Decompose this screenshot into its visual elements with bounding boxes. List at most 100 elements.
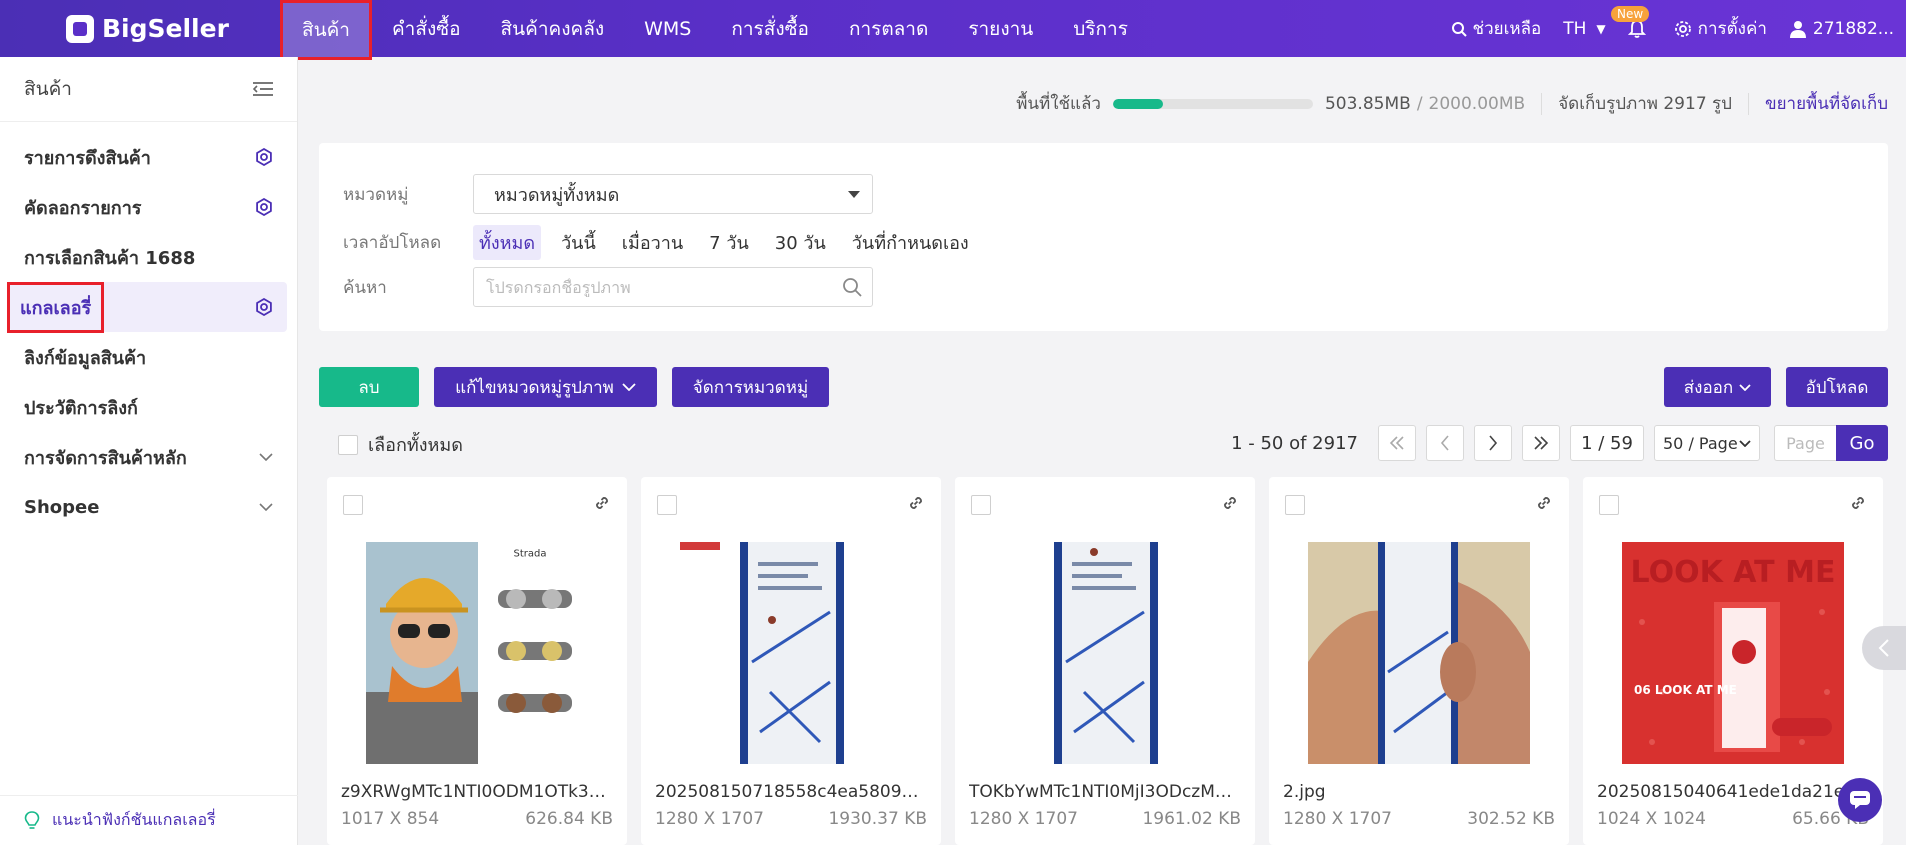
card-image[interactable]: LOOK AT ME 06 LOOK AT ME [1622, 542, 1844, 764]
select-all[interactable]: เลือกทั้งหมด [338, 430, 463, 459]
select-all-checkbox[interactable] [338, 434, 358, 455]
nav-item-inventory[interactable]: สินค้าคงคลัง [481, 0, 625, 57]
page-size-select[interactable]: 50 / Page [1654, 425, 1760, 461]
manage-categories-button[interactable]: จัดการหมวดหมู่ [672, 367, 829, 407]
edit-image-category-label: แก้ไขหมวดหมู่รูปภาพ [455, 377, 614, 398]
gear-icon[interactable] [255, 148, 273, 166]
user-menu[interactable]: 271882... [1789, 19, 1894, 39]
sidebar-item-product-links[interactable]: ลิงก์ข้อมูลสินค้า [10, 332, 287, 382]
link-icon[interactable] [593, 494, 611, 512]
card-image[interactable] [1308, 542, 1530, 764]
link-icon[interactable] [907, 494, 925, 512]
card-checkbox[interactable] [1285, 495, 1305, 515]
gallery-card[interactable]: 202508150718558c4ea580964.jpg 1280 X 170… [641, 477, 941, 845]
card-file-name: 202508150718558c4ea580964.jpg [655, 782, 927, 802]
storage-total: 2000.00MB [1428, 93, 1526, 114]
card-image[interactable] [994, 542, 1216, 764]
card-checkbox[interactable] [657, 495, 677, 515]
sidebar-item-gallery[interactable]: แกลเลอรี่ [6, 281, 287, 333]
time-option-today[interactable]: วันนี้ [555, 225, 602, 260]
card-dimensions: 1024 X 1024 [1597, 809, 1706, 829]
card-image[interactable] [680, 542, 902, 764]
last-page-button[interactable] [1522, 425, 1560, 461]
search-icon[interactable] [842, 277, 862, 297]
chevron-down-icon [1739, 383, 1751, 391]
gallery-card[interactable]: 2.jpg 1280 X 1707 302.52 KB [1269, 477, 1569, 845]
time-option-custom[interactable]: วันที่กำหนดเอง [846, 225, 975, 260]
nav-item-services[interactable]: บริการ [1053, 0, 1148, 57]
card-checkbox[interactable] [971, 495, 991, 515]
sidebar-item-label: Shopee [24, 496, 100, 518]
sidebar-item-copy-listings[interactable]: คัดลอกรายการ [10, 182, 287, 232]
help-label: ช่วยเหลือ [1472, 19, 1542, 39]
upload-time-label: เวลาอัปโหลด [343, 233, 442, 253]
gallery-guide-link[interactable]: แนะนำฟังก์ชันแกลเลอรี่ [0, 795, 298, 845]
chevron-left-icon [1440, 435, 1449, 451]
gear-icon[interactable] [255, 298, 273, 316]
language-select[interactable]: TH ▼ [1563, 19, 1605, 39]
page-size-value: 50 / Page [1663, 433, 1738, 453]
gallery-card[interactable]: LOOK AT ME 06 LOOK AT ME 20250815040641e… [1583, 477, 1883, 845]
page-indicator: 1 / 59 [1570, 425, 1644, 461]
collapse-menu-icon[interactable] [253, 81, 273, 97]
card-dimensions: 1280 X 1707 [655, 809, 764, 829]
go-button[interactable]: Go [1836, 425, 1888, 461]
chevron-down-icon [1739, 439, 1751, 447]
sidebar-item-shopee[interactable]: Shopee [10, 482, 287, 532]
nav-item-marketing[interactable]: การตลาด [829, 0, 948, 57]
sidebar-item-link-history[interactable]: ประวัติการลิงก์ [10, 382, 287, 432]
image-search-input[interactable] [486, 277, 826, 297]
chat-support-button[interactable] [1838, 778, 1882, 822]
user-id: 271882... [1812, 18, 1894, 39]
edit-image-category-button[interactable]: แก้ไขหมวดหมู่รูปภาพ [434, 367, 657, 407]
gallery-card[interactable]: TOKbYwMTc1NTI0MjI3ODczM24.jpg 1280 X 170… [955, 477, 1255, 845]
chevron-down-icon [622, 383, 636, 391]
link-icon[interactable] [1221, 494, 1239, 512]
export-label: ส่งออก [1683, 377, 1734, 398]
gear-icon[interactable] [255, 198, 273, 216]
settings-label: การตั้งค่า [1697, 19, 1767, 39]
card-checkbox[interactable] [1599, 495, 1619, 515]
nav-item-orders[interactable]: คำสั่งซื้อ [372, 0, 481, 57]
gallery-card[interactable]: Strada z9XRWgMTc1NTI0ODM1OTk3NDM3MA==.jp… [327, 477, 627, 845]
upload-button[interactable]: อัปโหลด [1786, 367, 1888, 407]
logo-icon [66, 14, 94, 43]
nav-item-wms[interactable]: WMS [624, 0, 711, 57]
category-select[interactable]: หมวดหมู่ทั้งหมด [473, 174, 873, 214]
first-page-button[interactable] [1378, 425, 1416, 461]
link-icon[interactable] [1535, 494, 1553, 512]
card-checkbox[interactable] [343, 495, 363, 515]
sidebar-item-master-products[interactable]: การจัดการสินค้าหลัก [10, 432, 287, 482]
link-icon[interactable] [1849, 494, 1867, 512]
help-link[interactable]: ช่วยเหลือ [1451, 15, 1542, 42]
page-jump-input[interactable]: Page [1774, 425, 1836, 461]
select-all-label: เลือกทั้งหมด [368, 435, 463, 456]
time-option-yesterday[interactable]: เมื่อวาน [616, 225, 689, 260]
card-image[interactable]: Strada [366, 542, 588, 764]
time-option-30-days[interactable]: 30 วัน [769, 225, 832, 260]
search-label: ค้นหา [343, 277, 387, 298]
nav-item-purchase[interactable]: การสั่งซื้อ [711, 0, 829, 57]
new-badge: New [1611, 6, 1650, 22]
nav-item-reports[interactable]: รายงาน [948, 0, 1053, 57]
bigseller-logo[interactable]: BigSeller [0, 14, 280, 43]
divider [1747, 92, 1749, 115]
sidebar-item-pull-listings[interactable]: รายการดึงสินค้า [10, 132, 287, 182]
time-option-7-days[interactable]: 7 วัน [703, 225, 755, 260]
export-button[interactable]: ส่งออก [1664, 367, 1771, 407]
delete-button[interactable]: ลบ [319, 367, 419, 407]
sidebar-item-1688-selection[interactable]: การเลือกสินค้า 1688 [10, 232, 287, 282]
category-value: หมวดหมู่ทั้งหมด [494, 184, 620, 206]
settings-link[interactable]: การตั้งค่า [1674, 15, 1767, 42]
prev-page-button[interactable] [1426, 425, 1464, 461]
time-option-all[interactable]: ทั้งหมด [473, 225, 542, 260]
card-file-name: 2.jpg [1283, 782, 1326, 802]
chevron-right-icon [1489, 435, 1498, 451]
side-panel-toggle[interactable] [1862, 626, 1906, 670]
expand-storage-link[interactable]: ขยายพื้นที่จัดเก็บ [1765, 90, 1888, 117]
caret-down-icon: ▼ [1596, 21, 1606, 36]
chevron-left-icon [1878, 639, 1889, 657]
nav-item-products[interactable]: สินค้า [280, 0, 372, 60]
storage-slash: / [1416, 93, 1423, 114]
next-page-button[interactable] [1474, 425, 1512, 461]
